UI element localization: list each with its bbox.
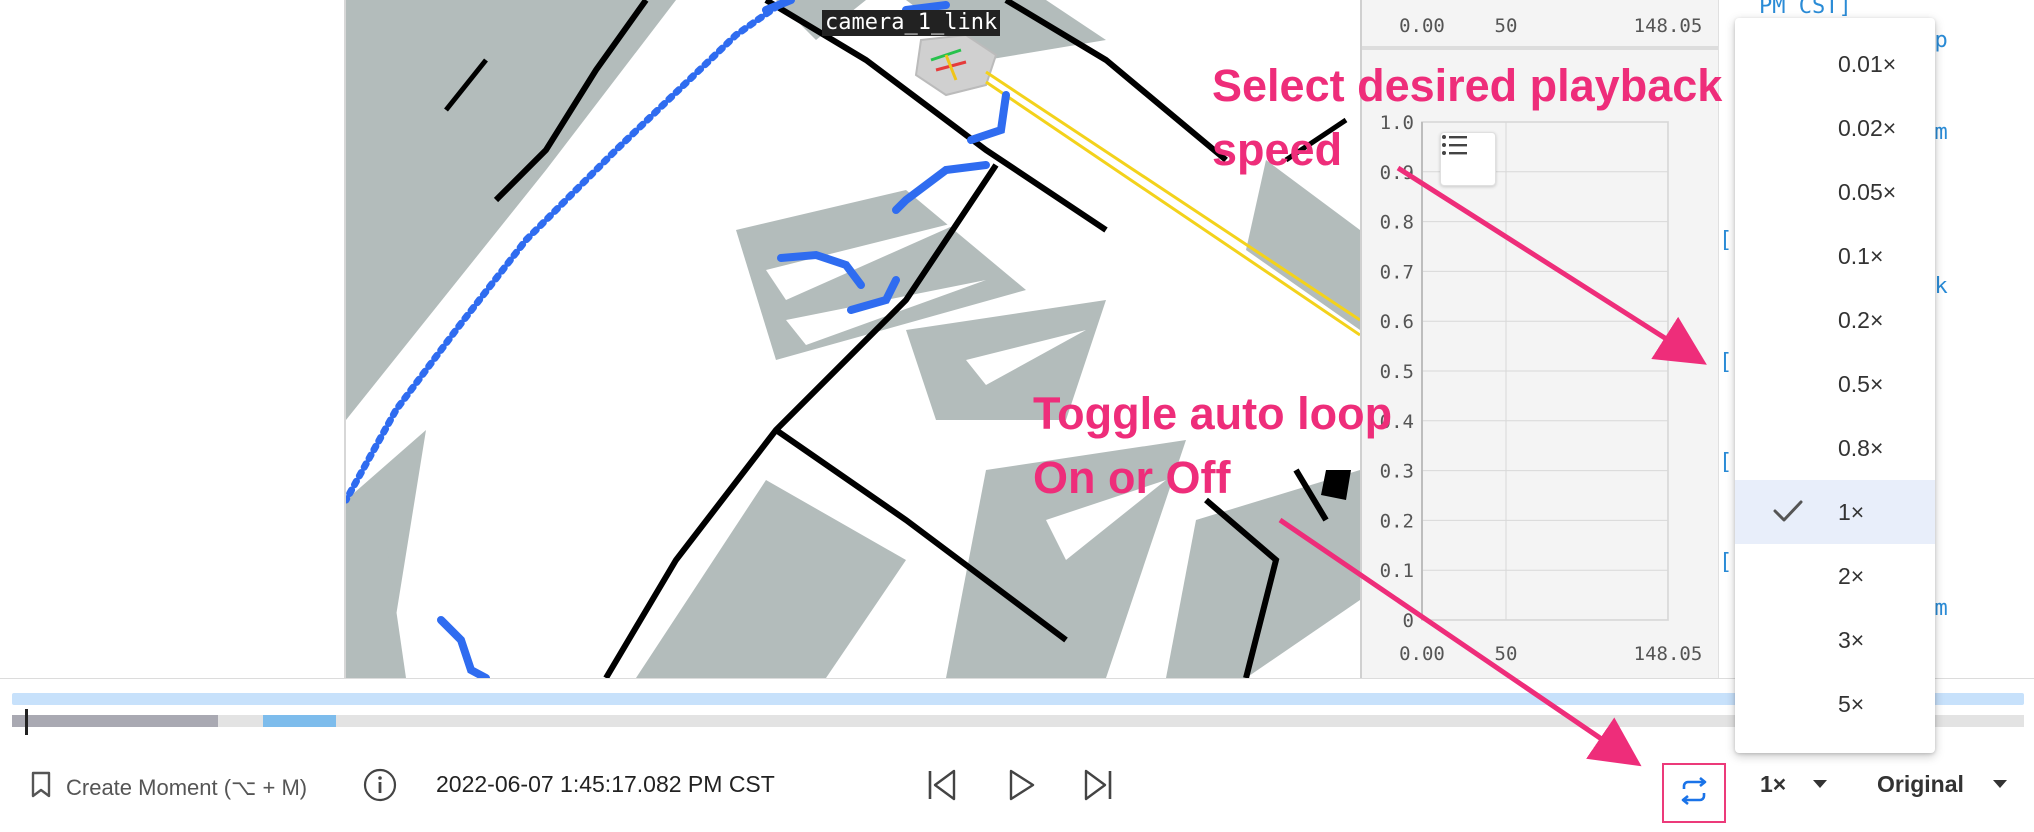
speed-option[interactable]: 5× (1735, 672, 1935, 736)
speed-option-label: 0.1× (1838, 242, 1884, 269)
playhead[interactable] (25, 709, 28, 735)
skip-forward-icon (1082, 768, 1114, 807)
speed-option[interactable]: 0.05× (1735, 160, 1935, 224)
x-tick-label: 50 (1495, 643, 1518, 665)
loaded-segment (12, 715, 218, 727)
y-tick-label: 0.2 (1380, 510, 1414, 532)
loop-icon (1677, 776, 1711, 811)
loop-toggle-button[interactable] (1662, 763, 1726, 823)
y-tick-label: 0.1 (1380, 560, 1414, 582)
buffered-segment (263, 715, 336, 727)
speed-option[interactable]: 2× (1735, 544, 1935, 608)
info-button[interactable] (362, 767, 398, 807)
y-tick-label: 0.8 (1380, 212, 1414, 234)
playback-speed-select[interactable]: 1× (1760, 771, 1828, 798)
annotation-speed-line1: Select desired playback (1212, 60, 1723, 111)
create-moment-label: Create Moment (⌥ + M) (66, 774, 308, 800)
log-line: [ (1719, 228, 1733, 253)
top-x-tick-label: 0.00 (1399, 15, 1445, 37)
legend-toggle-button[interactable] (1440, 132, 1496, 186)
speed-option-label: 2× (1838, 562, 1865, 589)
y-tick-label: 0 (1403, 610, 1414, 632)
speed-option[interactable]: 0.01× (1735, 32, 1935, 96)
seek-backward-button[interactable] (924, 765, 960, 809)
speed-option-label: 0.05× (1838, 178, 1897, 205)
occupancy-map (346, 0, 1360, 678)
speed-option-label: 0.5× (1838, 370, 1884, 397)
playback-timestamp[interactable]: 2022-06-07 1:45:17.082 PM CST (436, 771, 775, 798)
plot-separator (1362, 46, 1718, 50)
play-button[interactable] (1004, 765, 1040, 809)
speed-option[interactable]: 0.02× (1735, 96, 1935, 160)
speed-option-label: 0.01× (1838, 50, 1897, 77)
speed-option-label: 0.8× (1838, 434, 1884, 461)
annotation-loop-line2: On or Off (1033, 452, 1231, 503)
speed-option[interactable]: 1× (1735, 480, 1935, 544)
chevron-down-icon (1992, 776, 2008, 794)
timestamp-text: 2022-06-07 1:45:17.082 PM CST (436, 771, 775, 797)
time-format-select[interactable]: Original (1877, 771, 2008, 798)
x-tick-label: 148.05 (1634, 643, 1703, 665)
create-moment-button[interactable]: Create Moment (⌥ + M) (30, 771, 307, 804)
y-tick-label: 0.3 (1380, 461, 1414, 483)
top-x-tick-label: 50 (1495, 15, 1518, 37)
speed-option-label: 1× (1838, 498, 1865, 525)
chevron-down-icon (1812, 776, 1828, 794)
speed-option[interactable]: 0.5× (1735, 352, 1935, 416)
top-x-tick-label: 148.05 (1634, 15, 1703, 37)
left-blank-area (0, 0, 344, 678)
seek-forward-button[interactable] (1080, 765, 1116, 809)
annotation-loop-line1: Toggle auto loop (1033, 388, 1393, 439)
y-tick-label: 0.5 (1380, 361, 1414, 383)
speed-option[interactable]: 0.1× (1735, 224, 1935, 288)
log-line: [ (1719, 350, 1733, 375)
log-line: PM CST] (1759, 0, 1852, 19)
log-line: [ (1719, 550, 1733, 575)
time-format-value: Original (1877, 771, 1964, 797)
speed-option-label: 3× (1838, 626, 1865, 653)
frame-label: camera_1_link (822, 10, 1001, 36)
speed-value: 1× (1760, 771, 1787, 797)
3d-map-panel[interactable]: camera_1_link (346, 0, 1360, 678)
skip-back-icon (926, 768, 958, 807)
checkmark-icon (1773, 499, 1803, 529)
y-tick-label: 0.9 (1380, 162, 1414, 184)
speed-option-label: 0.2× (1838, 306, 1884, 333)
speed-option-label: 0.02× (1838, 114, 1897, 141)
play-icon (1007, 768, 1037, 807)
x-tick-label: 0.00 (1399, 643, 1445, 665)
time-range-track[interactable] (12, 693, 2024, 705)
y-tick-label: 0.7 (1380, 261, 1414, 283)
annotation-speed-line2: speed (1212, 124, 1343, 175)
playback-timeline: Create Moment (⌥ + M) 2022-06-07 1:45:17… (0, 678, 2034, 832)
speed-option-label: 5× (1838, 690, 1865, 717)
info-icon (363, 768, 397, 807)
bookmark-icon (30, 771, 52, 804)
y-tick-label: 0.6 (1380, 311, 1414, 333)
speed-option[interactable]: 3× (1735, 608, 1935, 672)
playback-speed-menu: 0.01× 0.02× 0.05× 0.1× 0.2× 0.5× 0.8× 1× 2× 3× 5× (1735, 18, 1935, 753)
speed-option[interactable]: 0.8× (1735, 416, 1935, 480)
speed-option[interactable]: 0.2× (1735, 288, 1935, 352)
log-line: [ (1719, 450, 1733, 475)
